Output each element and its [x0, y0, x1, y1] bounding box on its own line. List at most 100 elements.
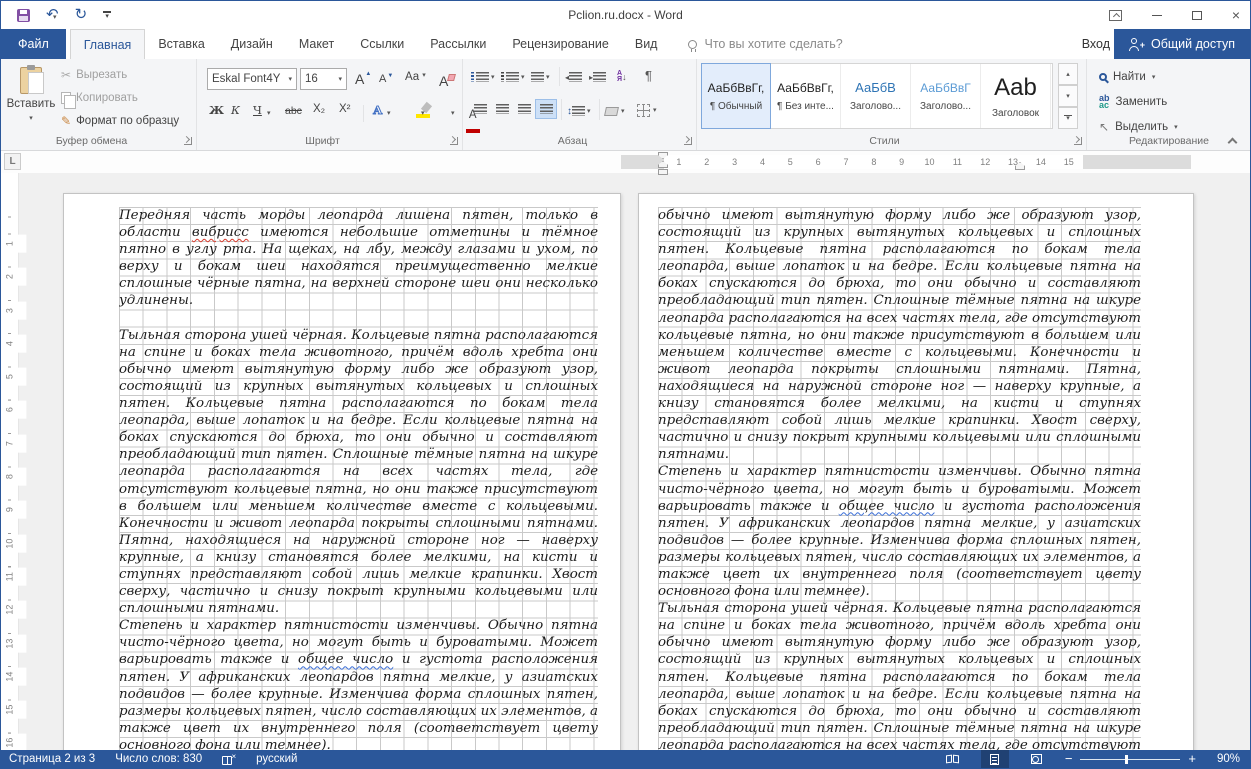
word-count[interactable]: Число слов: 830	[115, 753, 202, 765]
horizontal-ruler[interactable]: 123456789101112131415	[621, 155, 1191, 169]
tab-mailings[interactable]: Рассылки	[417, 29, 499, 59]
paste-dropdown-icon[interactable]: ▾	[29, 114, 33, 122]
align-left-button[interactable]	[469, 99, 491, 119]
cut-button[interactable]: ✂ Вырезать	[61, 65, 127, 85]
style-card-heading1[interactable]: АаБбВ Заголово...	[841, 64, 911, 128]
select-button[interactable]: ↖ Выделить ▾	[1099, 117, 1178, 137]
paragraph[interactable]: Степень и характер пятнистости изменчивы…	[658, 463, 1141, 600]
style-card-no-spacing[interactable]: АаБбВвГг, ¶ Без инте...	[771, 64, 841, 128]
font-size-combobox[interactable]: 16 ▾	[300, 68, 347, 90]
maximize-icon[interactable]	[1192, 11, 1202, 20]
justify-button[interactable]	[535, 99, 557, 119]
style-card-title[interactable]: Аab Заголовок	[981, 64, 1051, 128]
styles-more-icon[interactable]: ▾	[1058, 107, 1078, 129]
replace-button[interactable]: abac Заменить	[1099, 92, 1167, 112]
style-card-heading2[interactable]: АаБбВвГ Заголово...	[911, 64, 981, 128]
format-painter-button[interactable]: ✎ Формат по образцу	[61, 111, 179, 131]
find-dropdown-icon[interactable]: ▾	[1152, 73, 1156, 81]
ribbon-display-options-icon[interactable]	[1109, 10, 1122, 21]
underline-button[interactable]: Ч	[253, 103, 262, 125]
language-indicator[interactable]: русский	[256, 753, 297, 765]
tab-layout[interactable]: Макет	[286, 29, 347, 59]
redo-icon[interactable]: ↻	[75, 1, 88, 29]
increase-indent-button[interactable]: ▸	[589, 67, 606, 87]
highlight-dropdown-icon[interactable]: ▾	[421, 109, 425, 131]
zoom-slider-thumb[interactable]	[1125, 755, 1128, 764]
web-layout-button[interactable]	[1023, 750, 1051, 768]
styles-dialog-launcher-icon[interactable]	[1074, 137, 1082, 145]
sign-in-button[interactable]: Вход	[1082, 29, 1110, 59]
tab-view[interactable]: Вид	[622, 29, 671, 59]
styles-scroll-down-icon[interactable]: ▾	[1058, 85, 1078, 107]
text-effects-dropdown-icon[interactable]: ▾	[387, 109, 391, 131]
shrink-font-button[interactable]: А▼	[379, 73, 393, 85]
zoom-level[interactable]: 90%	[1210, 753, 1240, 765]
tell-me-box[interactable]: Что вы хотите сделать?	[670, 29, 842, 59]
borders-button[interactable]: ▾	[637, 100, 657, 120]
paragraph[interactable]: Степень и характер пятнистости изменчивы…	[119, 617, 598, 750]
page-2-text[interactable]: Передняя часть морды леопарда лишена пят…	[119, 207, 598, 750]
paragraph[interactable]: обычно имеют вытянутую форму либо же обр…	[658, 207, 1141, 463]
tab-design[interactable]: Дизайн	[218, 29, 286, 59]
read-mode-button[interactable]	[939, 750, 967, 768]
minimize-icon[interactable]	[1152, 15, 1162, 16]
paragraph[interactable]: Тыльная сторона ушей чёрная. Кольцевые п…	[119, 327, 598, 618]
sort-button[interactable]: АЯ↓	[617, 67, 627, 87]
find-button[interactable]: Найти ▾	[1099, 67, 1155, 87]
close-icon[interactable]: ×	[1232, 7, 1240, 23]
share-button[interactable]: + Общий доступ	[1114, 29, 1250, 59]
grow-font-button[interactable]: А▲	[355, 71, 371, 87]
clear-formatting-button[interactable]: А	[439, 73, 448, 89]
tab-references[interactable]: Ссылки	[347, 29, 417, 59]
style-card-normal[interactable]: АаБбВвГг, ¶ Обычный	[701, 63, 771, 129]
proofing-errors-icon[interactable]: ×	[222, 754, 236, 765]
font-color-dropdown-icon[interactable]: ▾	[451, 109, 455, 131]
paragraph-empty[interactable]	[119, 310, 598, 327]
paste-button[interactable]: Вставить ▾	[7, 63, 55, 141]
tab-review[interactable]: Рецензирование	[499, 29, 622, 59]
print-layout-button[interactable]	[981, 750, 1009, 768]
save-icon[interactable]	[17, 9, 30, 22]
font-name-combobox[interactable]: Eskal Font4Y ▾	[207, 68, 297, 90]
subscript-button[interactable]: X₂	[313, 103, 325, 125]
tab-file[interactable]: Файл	[1, 29, 66, 59]
zoom-out-icon[interactable]: −	[1065, 750, 1073, 768]
decrease-indent-button[interactable]: ◂	[565, 67, 582, 87]
align-right-button[interactable]	[513, 99, 535, 119]
paragraph[interactable]: Тыльная сторона ушей чёрная. Кольцевые п…	[658, 600, 1141, 750]
undo-button[interactable]: ↶ ▾	[46, 1, 59, 29]
show-marks-button[interactable]: ¶	[645, 65, 652, 85]
change-case-button[interactable]: Аа▾	[405, 71, 426, 83]
multilevel-list-button[interactable]: ▾	[531, 67, 550, 87]
collapse-ribbon-icon[interactable]	[1228, 138, 1237, 144]
styles-scroll-up-icon[interactable]: ▴	[1058, 63, 1078, 85]
tab-home[interactable]: Главная	[70, 29, 146, 59]
underline-dropdown-icon[interactable]: ▾	[267, 109, 271, 131]
font-name-dropdown-icon[interactable]: ▾	[284, 75, 292, 83]
text-effects-button[interactable]: А	[373, 103, 382, 125]
shading-button[interactable]: ▾	[605, 101, 625, 121]
align-center-button[interactable]	[491, 99, 513, 119]
paragraph-dialog-launcher-icon[interactable]	[684, 137, 692, 145]
undo-dropdown-icon[interactable]: ▾	[53, 14, 57, 21]
zoom-in-icon[interactable]: +	[1188, 750, 1196, 768]
numbering-button[interactable]: ▾	[501, 67, 525, 87]
line-spacing-button[interactable]: ↕▾	[567, 101, 591, 121]
strikethrough-button[interactable]: abc	[285, 105, 302, 127]
superscript-button[interactable]: X²	[339, 103, 351, 125]
vertical-ruler[interactable]: 12345678910111213141516	[1, 173, 19, 750]
font-size-dropdown-icon[interactable]: ▾	[334, 75, 342, 83]
zoom-slider[interactable]	[1080, 759, 1180, 760]
clipboard-dialog-launcher-icon[interactable]	[184, 137, 192, 145]
select-dropdown-icon[interactable]: ▾	[1174, 123, 1178, 131]
font-dialog-launcher-icon[interactable]	[450, 137, 458, 145]
bullets-button[interactable]: ▾	[471, 67, 495, 87]
paragraph[interactable]: Передняя часть морды леопарда лишена пят…	[119, 207, 598, 310]
customize-qat-button[interactable]: ▾	[103, 11, 111, 19]
italic-button[interactable]: К	[231, 103, 240, 125]
tab-insert[interactable]: Вставка	[145, 29, 217, 59]
tab-stop-selector[interactable]: L	[4, 153, 21, 170]
page-3-text[interactable]: обычно имеют вытянутую форму либо же обр…	[658, 207, 1141, 750]
page-indicator[interactable]: Страница 2 из 3	[9, 753, 95, 765]
left-indent-marker[interactable]	[658, 169, 668, 175]
